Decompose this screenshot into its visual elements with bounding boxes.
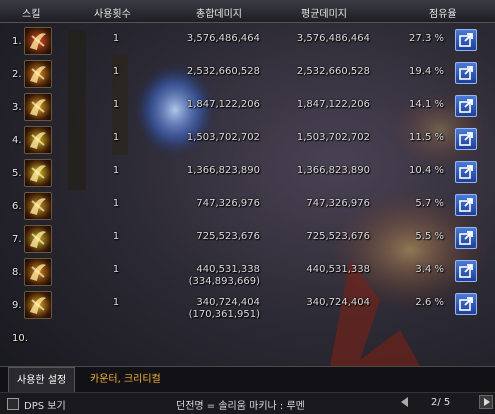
rank-number: 5. — [12, 168, 22, 179]
total-damage: 2,532,660,528 — [186, 66, 260, 77]
flow-slash-icon — [24, 291, 52, 319]
total-damage-sub: (170,361,951) — [188, 309, 260, 320]
avg-damage: 725,523,676 — [306, 231, 370, 242]
rank-number: 3. — [12, 102, 22, 113]
avg-damage: 747,326,976 — [306, 198, 370, 209]
golden-e-icon — [24, 159, 52, 187]
avg-damage: 1,503,702,702 — [296, 132, 370, 143]
next-page-button[interactable] — [479, 395, 493, 409]
use-count: 1 — [112, 231, 120, 242]
header-share: 점유율 — [429, 9, 457, 20]
use-count: 1 — [112, 198, 120, 209]
skill-row: 9. 1 340,724,404 (170,361,951) 340,724,404 2.… — [0, 288, 495, 321]
share-percent: 3.4 % — [415, 264, 444, 275]
use-count: 1 — [112, 33, 120, 44]
detail-popout-icon[interactable] — [455, 260, 477, 282]
use-count: 1 — [112, 264, 120, 275]
rank-number: 8. — [12, 267, 22, 278]
share-percent: 5.7 % — [415, 198, 444, 209]
kanji-glyph-icon — [24, 225, 52, 253]
rank-number: 10. — [12, 333, 28, 344]
header-avg-damage: 평균데미지 — [301, 9, 347, 20]
skill-row: 2. 1 2,532,660,528 2,532,660,528 19.4 % — [0, 57, 495, 90]
rank-number: 7. — [12, 234, 22, 245]
rank-number: 2. — [12, 69, 22, 80]
dps-checkbox-label: DPS 보기 — [24, 401, 66, 412]
rank-number: 4. — [12, 135, 22, 146]
flow-kanji-icon — [24, 258, 52, 286]
use-count: 1 — [112, 99, 120, 110]
skill-row: 6. 1 747,326,976 747,326,976 5.7 % — [0, 189, 495, 222]
page-indicator: 2/ 5 — [431, 397, 451, 408]
avg-damage: 440,531,338 — [306, 264, 370, 275]
share-percent: 19.4 % — [409, 66, 444, 77]
total-damage: 1,366,823,890 — [186, 165, 260, 176]
share-percent: 2.6 % — [415, 297, 444, 308]
detail-popout-icon[interactable] — [455, 227, 477, 249]
avg-damage: 340,724,404 — [306, 297, 370, 308]
share-percent: 11.5 % — [409, 132, 444, 143]
avg-damage: 2,532,660,528 — [296, 66, 370, 77]
pager: 2/ 5 — [401, 395, 493, 411]
rank-number: 1. — [12, 36, 22, 47]
tab-used-settings[interactable]: 사용한 설정 — [8, 367, 76, 393]
share-percent: 5.5 % — [415, 231, 444, 242]
total-damage: 1,847,122,206 — [186, 99, 260, 110]
skill-row: 1. 1 3,576,486,464 3,576,486,464 27.3 % — [0, 24, 495, 57]
avg-damage: 1,366,823,890 — [296, 165, 370, 176]
share-percent: 14.1 % — [409, 99, 444, 110]
dps-checkbox[interactable] — [7, 398, 19, 410]
footer-bar: DPS 보기 던전명 = 솔리움 마키나 : 루멘 2/ 5 — [0, 392, 495, 414]
detail-popout-icon[interactable] — [455, 95, 477, 117]
total-damage: 440,531,338 — [196, 264, 260, 275]
share-percent: 10.4 % — [409, 165, 444, 176]
total-damage: 747,326,976 — [196, 198, 260, 209]
slash-spark-icon — [24, 60, 52, 88]
skill-row: 4. 1 1,503,702,702 1,503,702,702 11.5 % — [0, 123, 495, 156]
header-total-damage: 총합데미지 — [196, 9, 242, 20]
tab-counter-critical[interactable]: 카운터, 크리티컬 — [82, 367, 169, 392]
total-damage: 3,576,486,464 — [186, 33, 260, 44]
skill-row: 7. 1 725,523,676 725,523,676 5.5 % — [0, 222, 495, 255]
spiral-blade-icon — [24, 126, 52, 154]
column-header: 스킬 사용횟수 총합데미지 평균데미지 점유율 — [0, 0, 495, 23]
use-count: 1 — [112, 66, 120, 77]
skill-row: 10. — [0, 321, 495, 354]
header-skill: 스킬 — [22, 9, 41, 20]
skill-damage-panel: 스킬 사용횟수 총합데미지 평균데미지 점유율 1. 1 3,576,486,464… — [0, 0, 495, 414]
prev-page-icon[interactable] — [401, 397, 408, 407]
detail-popout-icon[interactable] — [455, 128, 477, 150]
use-count: 1 — [112, 297, 120, 308]
dungeon-path: 던전명 = 솔리움 마키나 : 루멘 — [176, 401, 305, 412]
sword-strike-icon — [24, 93, 52, 121]
tab-bar: 사용한 설정 카운터, 크리티컬 — [0, 366, 495, 393]
total-damage: 1,503,702,702 — [186, 132, 260, 143]
dragon-head-icon — [24, 192, 52, 220]
skill-row: 3. 1 1,847,122,206 1,847,122,206 14.1 % — [0, 90, 495, 123]
use-count: 1 — [112, 132, 120, 143]
detail-popout-icon[interactable] — [455, 293, 477, 315]
rank-number: 9. — [12, 300, 22, 311]
header-use-count: 사용횟수 — [94, 9, 131, 20]
skill-row: 8. 1 440,531,338 (334,893,669) 440,531,338 3.… — [0, 255, 495, 288]
avg-damage: 1,847,122,206 — [296, 99, 370, 110]
flame-burst-icon — [24, 27, 52, 55]
total-damage: 725,523,676 — [196, 231, 260, 242]
total-damage-sub: (334,893,669) — [188, 276, 260, 287]
detail-popout-icon[interactable] — [455, 161, 477, 183]
avg-damage: 3,576,486,464 — [296, 33, 370, 44]
detail-popout-icon[interactable] — [455, 29, 477, 51]
detail-popout-icon[interactable] — [455, 194, 477, 216]
share-percent: 27.3 % — [409, 33, 444, 44]
rank-number: 6. — [12, 201, 22, 212]
use-count: 1 — [112, 165, 120, 176]
detail-popout-icon[interactable] — [455, 62, 477, 84]
total-damage: 340,724,404 — [196, 297, 260, 308]
skill-row: 5. 1 1,366,823,890 1,366,823,890 10.4 % — [0, 156, 495, 189]
